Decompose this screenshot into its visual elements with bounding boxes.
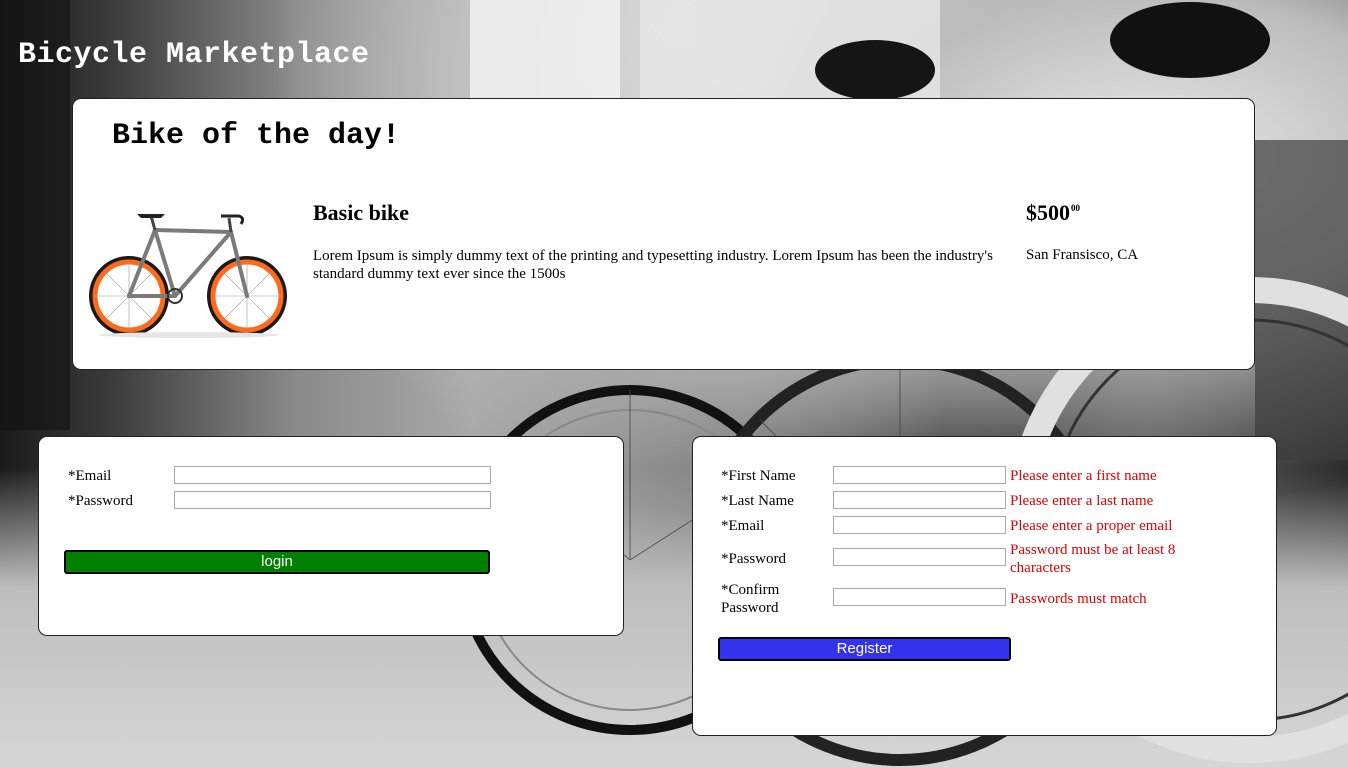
register-email-input[interactable] (833, 516, 1006, 534)
price-dollars: $500 (1026, 200, 1070, 225)
first-name-label: *First Name (721, 468, 796, 484)
login-button[interactable]: login (64, 550, 490, 574)
confirm-label-line1: *Confirm (721, 582, 780, 598)
password-error-line2: characters (1010, 560, 1071, 576)
login-password-input[interactable] (174, 491, 491, 509)
register-form: *First Name Please enter a first name *L… (692, 436, 1277, 736)
confirm-password-error: Passwords must match (1010, 591, 1147, 607)
bike-price: $50000 (1026, 200, 1080, 226)
login-form: *Email *Password login (38, 436, 624, 636)
bike-description: Lorem Ipsum is simply dummy text of the … (313, 248, 993, 282)
price-cents: 00 (1071, 203, 1080, 213)
site-title: Bicycle Marketplace (18, 38, 370, 72)
password-error-line1: Password must be at least 8 (1010, 542, 1176, 558)
bike-of-the-day-card: Bike of the day! Basic bike Lorem Ipsum … (72, 98, 1255, 370)
first-name-error: Please enter a first name (1010, 468, 1157, 484)
register-email-label: *Email (721, 518, 765, 534)
register-password-label: *Password (721, 551, 787, 567)
register-email-error: Please enter a proper email (1010, 518, 1173, 534)
bike-of-the-day-heading: Bike of the day! (112, 119, 401, 153)
password-error: Password must be at least 8 characters (1010, 541, 1175, 577)
register-button[interactable]: Register (718, 637, 1011, 661)
confirm-label-line2: Password (721, 600, 779, 616)
login-email-label: *Email (68, 468, 112, 484)
bike-location: San Fransisco, CA (1026, 247, 1139, 263)
last-name-label: *Last Name (721, 493, 794, 509)
login-password-label: *Password (68, 493, 134, 509)
last-name-error: Please enter a last name (1010, 493, 1154, 509)
register-password-input[interactable] (833, 548, 1006, 566)
confirm-password-input[interactable] (833, 588, 1006, 606)
confirm-password-label: *Confirm Password (721, 581, 779, 617)
first-name-input[interactable] (833, 466, 1006, 484)
login-email-input[interactable] (174, 466, 491, 484)
bike-name[interactable]: Basic bike (313, 200, 409, 226)
bike-image[interactable] (89, 204, 289, 339)
last-name-input[interactable] (833, 491, 1006, 509)
